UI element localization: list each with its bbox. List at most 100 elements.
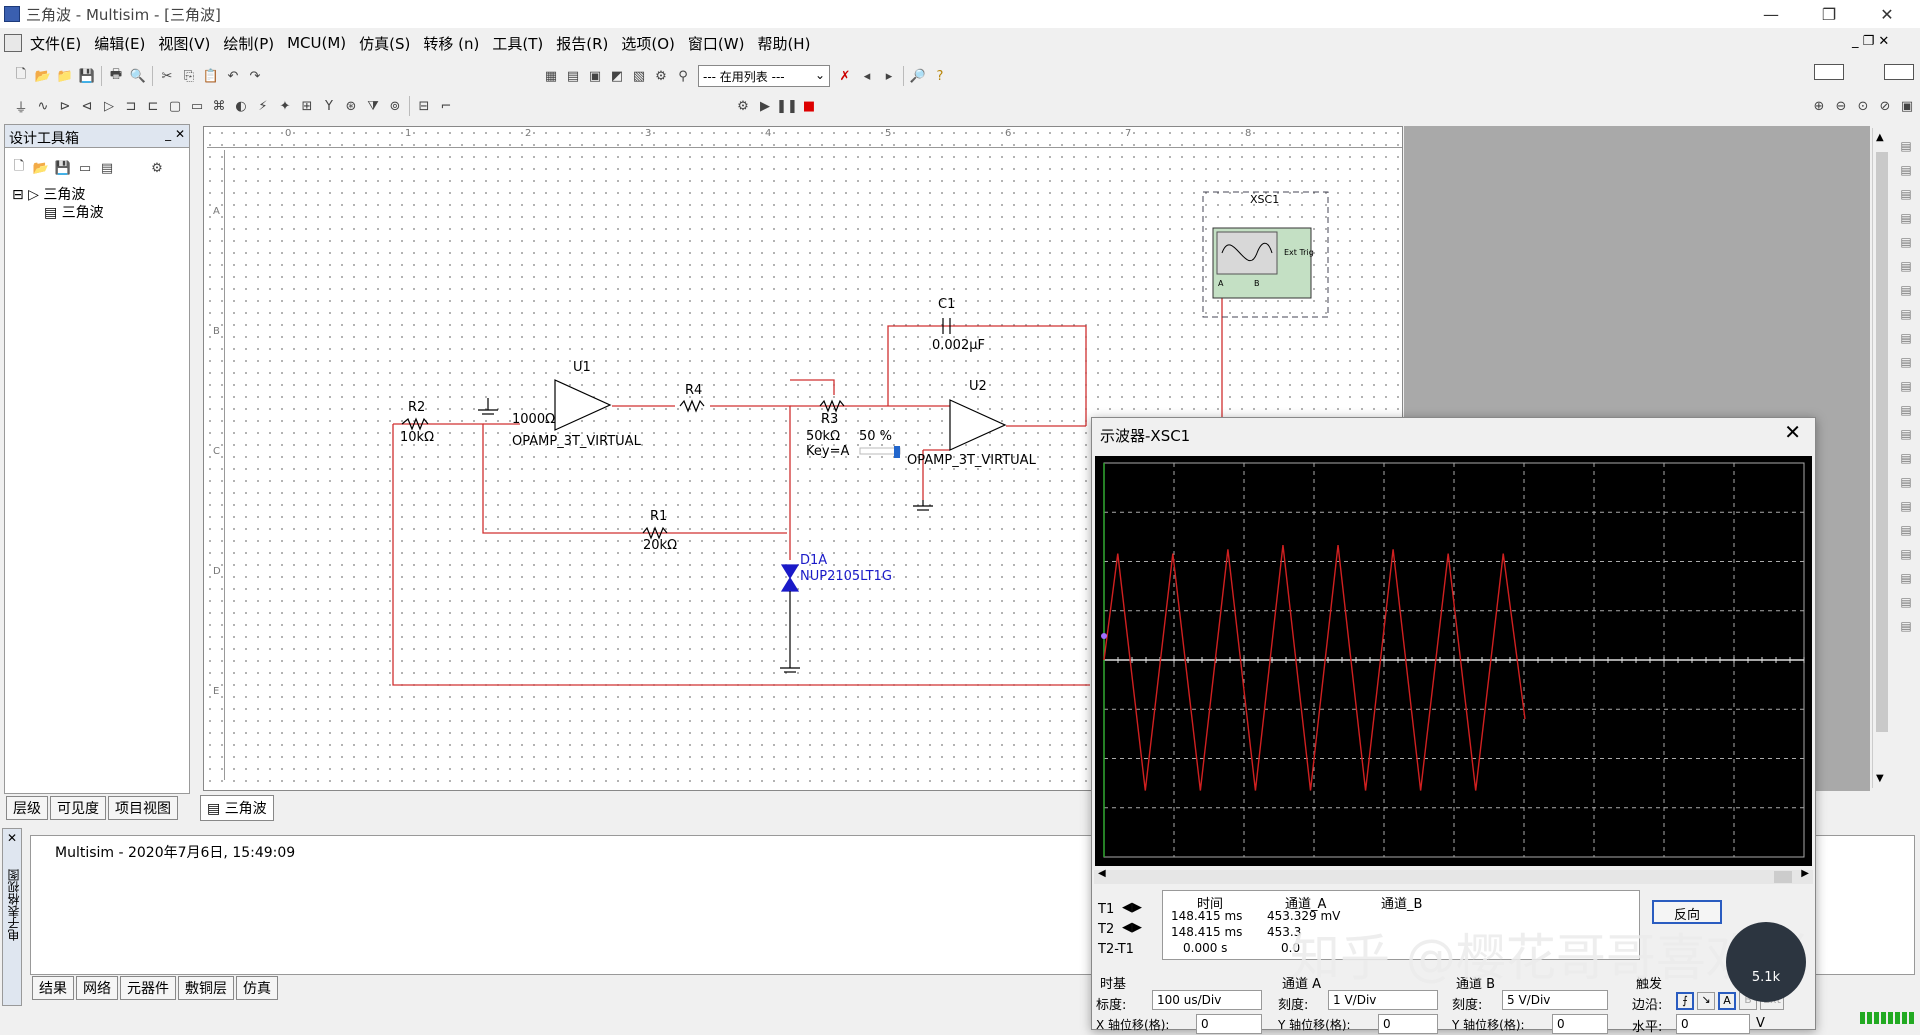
scroll-up-icon[interactable]: ▲ [1876,132,1884,143]
iv-analyzer-icon[interactable]: ▤ [1896,374,1916,398]
vertical-scrollbar[interactable]: ▲ ▼ [1872,128,1890,788]
oscilloscope-icon[interactable]: ▤ [1896,206,1916,230]
oscilloscope-graticule [1101,462,1805,858]
spreadsheet-side: ✕ 电子表格视图 [2,828,22,1006]
channel-b-ypos-field[interactable]: 0 [1552,1014,1608,1034]
close-icon[interactable]: ✕ [1784,420,1801,444]
r3-value: 50kΩ [806,429,841,444]
u1-label: U1 [573,360,591,375]
measurement-probe-icon[interactable]: ▤ [1896,614,1916,638]
col-channel-b: 通道_B [1381,897,1423,912]
timebase-scale-label: 标度: [1096,998,1127,1013]
network-analyzer-icon[interactable]: ▤ [1896,446,1916,470]
scroll-thumb[interactable] [1774,871,1792,883]
function-generator-icon[interactable]: ▤ [1896,158,1916,182]
scope-hscroll[interactable]: ◀ ▶ [1094,868,1813,884]
t2-arrows-icon[interactable]: ◀▶ [1122,920,1142,935]
rising-edge-icon[interactable]: ⨍ [1676,992,1694,1010]
tektronix-scope-icon[interactable]: ▤ [1896,542,1916,566]
channel-a-trace [1103,545,1526,791]
c1-value: 0.002µF [932,338,985,353]
t2t1-label: T2-T1 [1098,942,1134,957]
c1-label: C1 [938,297,956,312]
word-generator-icon[interactable]: ▤ [1896,302,1916,326]
r1-value: 20kΩ [643,538,678,553]
x-position-field[interactable]: 0 [1196,1014,1262,1034]
trigger-level-field[interactable]: 0 [1676,1014,1750,1034]
sheet-icon: ▤ [207,801,221,817]
d1-label: D1A [800,553,828,568]
r1-label: R1 [650,509,668,524]
sheet-tab[interactable]: ▤ 三角波 [200,795,274,821]
scroll-left-icon[interactable]: ◀ [1098,868,1106,879]
xsc1-label: XSC1 [1250,193,1280,206]
scroll-down-icon[interactable]: ▼ [1876,773,1884,784]
r3-label: R3 [821,412,839,427]
trigger-level-unit: V [1756,1016,1765,1031]
r3-key: Key=A [806,444,850,459]
frequency-counter-icon[interactable]: ▤ [1896,278,1916,302]
agilent-scope-icon[interactable]: ▤ [1896,518,1916,542]
t1-label: T1 [1098,902,1115,917]
view-count: 5.1k [1751,970,1781,985]
scroll-right-icon[interactable]: ▶ [1801,868,1809,879]
channel-b-pin-label: B [1254,279,1260,288]
view-count-badge: 5.1k [1726,922,1806,1002]
channel-b-scale-label: 刻度: [1452,998,1483,1013]
t1-time: 148.415 ms [1171,909,1243,923]
channel-a-ypos-field[interactable]: 0 [1378,1014,1438,1034]
logic-converter-icon[interactable]: ▤ [1896,326,1916,350]
oscilloscope-screen[interactable] [1095,456,1812,866]
x-position-label: X 轴位移(格): [1096,1018,1170,1032]
tab-results[interactable]: 结果 [32,976,74,1000]
output-message: Multisim - 2020年7月6日, 15:49:09 [55,845,296,861]
channel-b-scale-field[interactable]: 5 V/Div [1502,990,1608,1010]
spreadsheet-side-label: 电子表格视图 [7,869,21,941]
sheet-tab-label: 三角波 [224,801,267,817]
instruments-toolbar: ▤ ▤ ▤ ▤ ▤ ▤ ▤ ▤ ▤ ▤ ▤ ▤ ▤ ▤ ▤ ▤ ▤ ▤ ▤ ▤ ▤ [1896,134,1916,674]
timebase-label: 时基 [1100,977,1127,992]
tab-copper-layers[interactable]: 敷铜层 [178,976,234,1000]
oscilloscope-title: 示波器-XSC1 [1100,427,1191,445]
channel-a-pin-label: A [1218,279,1224,288]
t2-label: T2 [1098,922,1115,937]
d1-model: NUP2105LT1G [800,569,892,584]
u2-model-label: OPAMP_3T_VIRTUAL [907,453,1036,468]
channel-b-ypos-label: Y 轴位移(格): [1452,1018,1525,1032]
trigger-level-label: 水平: [1632,1020,1663,1035]
current-probe-icon[interactable]: ▤ [1896,590,1916,614]
r3-percent: 50 % [859,429,893,444]
trigger-edge-label: 边沿: [1632,998,1663,1013]
spectrum-analyzer-icon[interactable]: ▤ [1896,422,1916,446]
tab-components[interactable]: 元器件 [120,976,176,1000]
ext-trig-label: Ext Trig [1284,248,1314,257]
activity-indicator [1860,1012,1916,1024]
channel-a-scale-field[interactable]: 1 V/Div [1328,990,1438,1010]
scroll-thumb[interactable] [1876,152,1888,732]
u1-res-label: 1000Ω [512,412,556,427]
output-tabs: 结果 网络 元器件 敷铜层 仿真 [32,976,280,1000]
trigger-a-button[interactable]: A [1718,992,1736,1010]
distortion-analyzer-icon[interactable]: ▤ [1896,398,1916,422]
panel-close-icon[interactable]: ✕ [7,831,17,845]
labview-icon[interactable]: ▤ [1896,566,1916,590]
timebase-scale-field[interactable]: 100 us/Div [1152,990,1262,1010]
t2t1-time: 0.000 s [1183,941,1228,955]
agilent-multimeter-icon[interactable]: ▤ [1896,494,1916,518]
multimeter-icon[interactable]: ▤ [1896,134,1916,158]
channel-a-ypos-label: Y 轴位移(格): [1278,1018,1351,1032]
t2-time: 148.415 ms [1171,925,1243,939]
four-channel-scope-icon[interactable]: ▤ [1896,230,1916,254]
channel-a-scale-label: 刻度: [1278,998,1309,1013]
tab-nets[interactable]: 网络 [76,976,118,1000]
falling-edge-icon[interactable]: ↘ [1697,992,1715,1010]
bode-plotter-icon[interactable]: ▤ [1896,254,1916,278]
tab-simulation[interactable]: 仿真 [236,976,278,1000]
logic-analyzer-icon[interactable]: ▤ [1896,350,1916,374]
r4-label: R4 [685,383,703,398]
u1-model-label: OPAMP_3T_VIRTUAL [512,434,641,449]
r2-value: 10kΩ [400,430,435,445]
t1-arrows-icon[interactable]: ◀▶ [1122,900,1142,915]
wattmeter-icon[interactable]: ▤ [1896,182,1916,206]
agilent-generator-icon[interactable]: ▤ [1896,470,1916,494]
